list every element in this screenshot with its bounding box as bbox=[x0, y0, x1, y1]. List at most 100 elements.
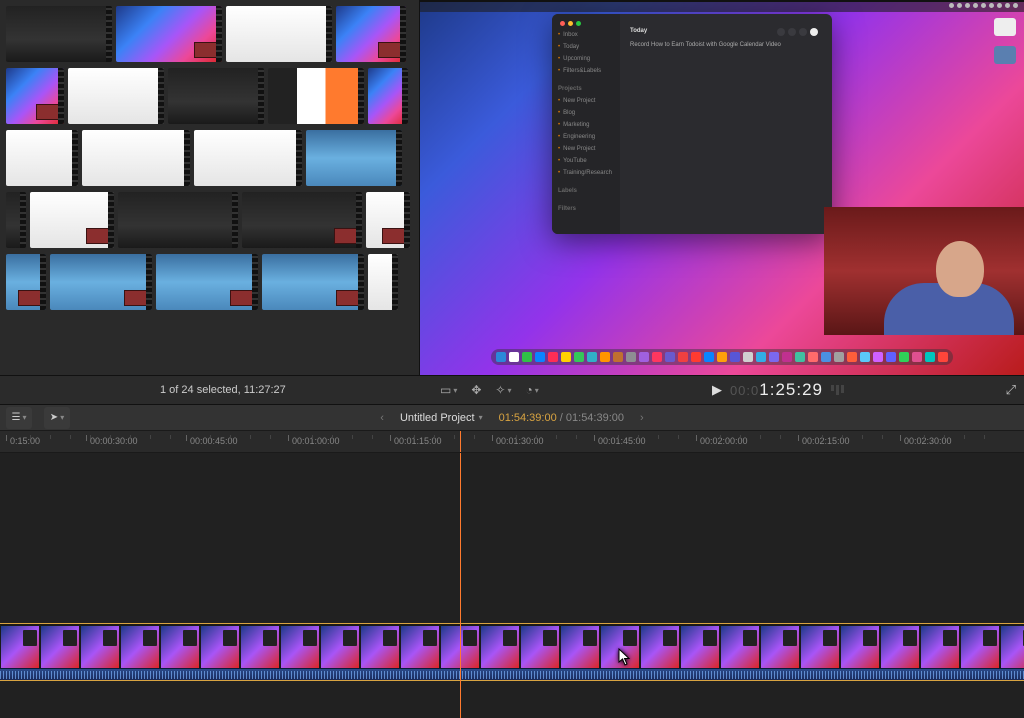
clip-thumb[interactable] bbox=[306, 130, 402, 186]
timeline-clip-thumb[interactable] bbox=[761, 626, 799, 668]
viewer-frame[interactable]: Inbox Today Upcoming Filters&Labels Proj… bbox=[420, 2, 1024, 375]
clip-grid bbox=[0, 0, 419, 316]
clip-thumb[interactable] bbox=[82, 130, 190, 186]
clip-thumb[interactable] bbox=[30, 192, 114, 248]
dock-app-icon bbox=[522, 352, 532, 362]
clip-thumb[interactable] bbox=[226, 6, 332, 62]
playhead[interactable] bbox=[460, 453, 461, 718]
timeline-clip-thumb[interactable] bbox=[201, 626, 239, 668]
clip-thumb[interactable] bbox=[50, 254, 152, 310]
timeline-clip-thumb[interactable] bbox=[641, 626, 679, 668]
dock-app-icon bbox=[743, 352, 753, 362]
clip-thumb[interactable] bbox=[168, 68, 264, 124]
timeline-header: ☰▾ ➤▾ ‹ Untitled Project ▾ 01:54:39:00 /… bbox=[0, 405, 1024, 431]
history-forward-icon[interactable]: › bbox=[640, 412, 644, 424]
clip-thumb[interactable] bbox=[366, 192, 410, 248]
timeline-clip-thumb[interactable] bbox=[1001, 626, 1024, 668]
timeline-clip-thumb[interactable] bbox=[161, 626, 199, 668]
project-name[interactable]: Untitled Project ▾ bbox=[400, 412, 483, 424]
timeline-clip-thumb[interactable] bbox=[401, 626, 439, 668]
clip-thumb[interactable] bbox=[116, 6, 222, 62]
selection-info: 1 of 24 selected, 11:27:27 bbox=[160, 384, 286, 396]
transform-tool-icon[interactable]: ▭▾ bbox=[440, 383, 457, 397]
clip-thumb[interactable] bbox=[336, 6, 406, 62]
select-tool-icon[interactable]: ➤▾ bbox=[44, 407, 70, 429]
timeline-clip-thumb[interactable] bbox=[881, 626, 919, 668]
dock-app-icon bbox=[626, 352, 636, 362]
timeline-clip-thumb[interactable] bbox=[521, 626, 559, 668]
timeline-clip-thumb[interactable] bbox=[561, 626, 599, 668]
sb-project: New Project bbox=[558, 146, 614, 152]
dock-app-icon bbox=[925, 352, 935, 362]
audio-lane bbox=[0, 668, 1024, 680]
sb-filters: Filters&Labels bbox=[558, 68, 614, 74]
timeline-clip-thumb[interactable] bbox=[961, 626, 999, 668]
clip-thumb[interactable] bbox=[118, 192, 238, 248]
timeline-ruler[interactable]: 0:15:0000:00:30:0000:00:45:0000:01:00:00… bbox=[0, 431, 1024, 453]
history-back-icon[interactable]: ‹ bbox=[380, 412, 384, 424]
clip-thumb[interactable] bbox=[6, 6, 112, 62]
clip-thumb[interactable] bbox=[6, 254, 46, 310]
audio-meter-icon bbox=[831, 385, 844, 395]
timeline-clip-thumb[interactable] bbox=[81, 626, 119, 668]
timeline-clip-thumb[interactable] bbox=[121, 626, 159, 668]
sb-project: Blog bbox=[558, 110, 614, 116]
primary-storyline[interactable] bbox=[0, 623, 1024, 681]
enhance-tool-icon[interactable]: ✧▾ bbox=[495, 383, 511, 397]
timeline-clip-thumb[interactable] bbox=[921, 626, 959, 668]
clip-thumb[interactable] bbox=[268, 68, 364, 124]
clip-thumb[interactable] bbox=[242, 192, 362, 248]
clip-thumb[interactable] bbox=[6, 68, 64, 124]
webcam-overlay bbox=[824, 207, 1024, 335]
timeline-clip-thumb[interactable] bbox=[321, 626, 359, 668]
app-main: Today Record How to Earn Todoist with Go… bbox=[620, 14, 832, 234]
dock-app-icon bbox=[795, 352, 805, 362]
play-button-icon[interactable]: ▶ bbox=[712, 382, 722, 398]
timeline[interactable] bbox=[0, 453, 1024, 718]
timeline-clip-thumb[interactable] bbox=[601, 626, 639, 668]
timeline-clip-thumb[interactable] bbox=[1, 626, 39, 668]
dock-app-icon bbox=[782, 352, 792, 362]
todo-app-window: Inbox Today Upcoming Filters&Labels Proj… bbox=[552, 14, 832, 234]
sb-project: New Project bbox=[558, 98, 614, 104]
clip-thumb[interactable] bbox=[6, 192, 26, 248]
dock-app-icon bbox=[561, 352, 571, 362]
clip-browser-panel[interactable] bbox=[0, 0, 420, 375]
clip-thumb[interactable] bbox=[262, 254, 364, 310]
dock-app-icon bbox=[587, 352, 597, 362]
dock-app-icon bbox=[899, 352, 909, 362]
project-duration-total: 01:54:39:00 bbox=[566, 412, 624, 424]
dock-app-icon bbox=[600, 352, 610, 362]
macos-dock bbox=[491, 349, 953, 365]
retime-tool-icon[interactable]: ◔▾ bbox=[526, 383, 539, 397]
info-bar: 1 of 24 selected, 11:27:27 ▭▾ ✥ ✧▾ ◔▾ ▶ … bbox=[0, 375, 1024, 405]
dock-app-icon bbox=[769, 352, 779, 362]
timeline-clip-thumb[interactable] bbox=[841, 626, 879, 668]
timeline-clip-thumb[interactable] bbox=[721, 626, 759, 668]
index-toggle-icon[interactable]: ☰▾ bbox=[6, 407, 32, 429]
clip-thumb[interactable] bbox=[194, 130, 302, 186]
clip-thumb[interactable] bbox=[6, 130, 78, 186]
sb-project: Engineering bbox=[558, 134, 614, 140]
clip-thumb[interactable] bbox=[156, 254, 258, 310]
dock-app-icon bbox=[756, 352, 766, 362]
viewer-tool-row: ▭▾ ✥ ✧▾ ◔▾ bbox=[440, 383, 539, 397]
timeline-clip-thumb[interactable] bbox=[241, 626, 279, 668]
sb-upcoming: Upcoming bbox=[558, 56, 614, 62]
fullscreen-icon[interactable]: ⤢ bbox=[1006, 382, 1016, 398]
timeline-clip-thumb[interactable] bbox=[281, 626, 319, 668]
crop-tool-icon[interactable]: ✥ bbox=[471, 383, 481, 397]
timeline-clip-thumb[interactable] bbox=[481, 626, 519, 668]
clip-thumb[interactable] bbox=[368, 68, 408, 124]
timeline-clip-thumb[interactable] bbox=[361, 626, 399, 668]
dock-app-icon bbox=[665, 352, 675, 362]
timeline-clip-thumb[interactable] bbox=[41, 626, 79, 668]
dock-app-icon bbox=[535, 352, 545, 362]
dock-app-icon bbox=[691, 352, 701, 362]
clip-thumb[interactable] bbox=[368, 254, 398, 310]
playback-readout: ▶ 00:0 1:25:29 bbox=[712, 380, 844, 400]
timeline-clip-thumb[interactable] bbox=[801, 626, 839, 668]
clip-thumb[interactable] bbox=[68, 68, 164, 124]
timeline-clip-thumb[interactable] bbox=[681, 626, 719, 668]
viewer-panel: Inbox Today Upcoming Filters&Labels Proj… bbox=[420, 0, 1024, 375]
